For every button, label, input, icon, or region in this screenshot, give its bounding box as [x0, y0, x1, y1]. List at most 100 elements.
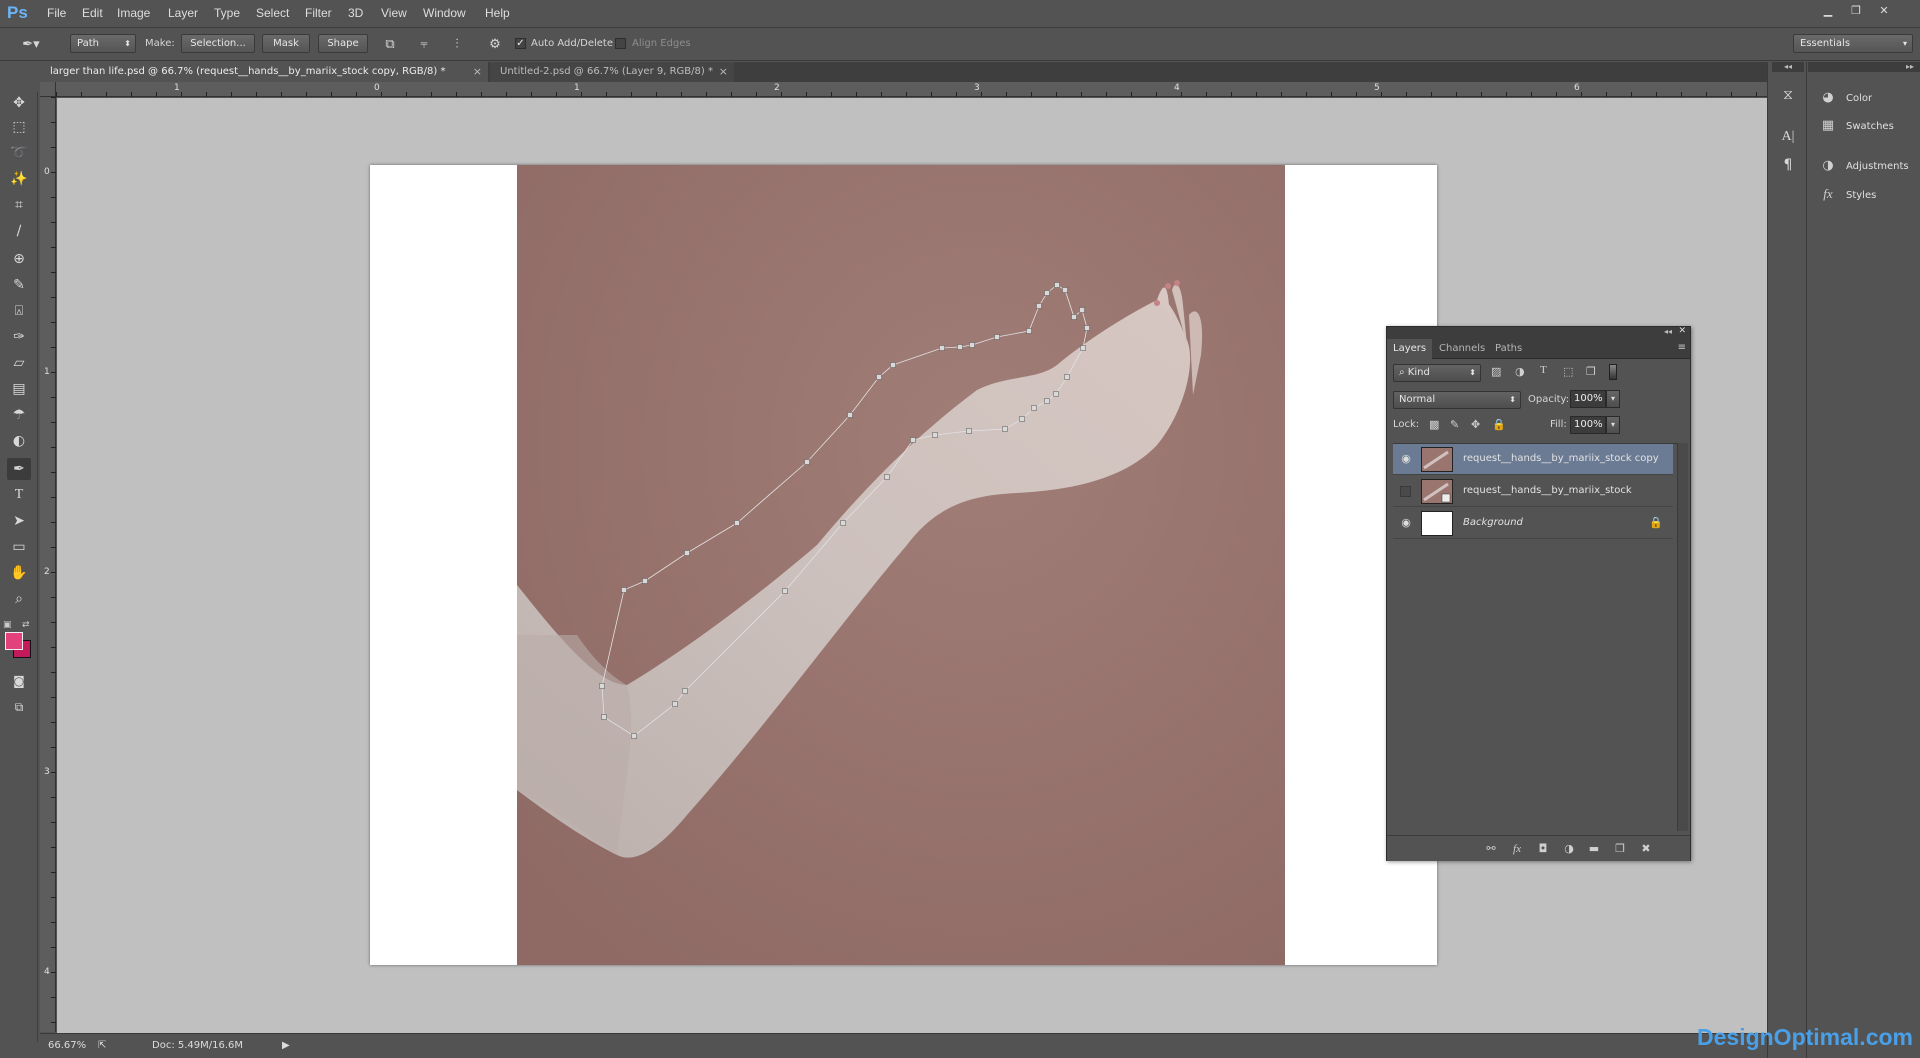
layer-row[interactable]: request__hands__by_mariix_stock	[1393, 476, 1673, 507]
foreground-color-swatch[interactable]	[5, 632, 23, 650]
close-icon[interactable]: ×	[473, 62, 482, 82]
menu-3d[interactable]: 3D	[348, 6, 363, 20]
opacity-input[interactable]: 100%	[1570, 390, 1606, 408]
character-panel-icon[interactable]: A|	[1777, 126, 1799, 148]
share-icon[interactable]: ⇱	[98, 1040, 106, 1051]
paragraph-panel-icon[interactable]: ¶	[1777, 154, 1799, 176]
gear-icon[interactable]: ⚙	[484, 34, 506, 56]
eye-icon[interactable]: ◉	[1399, 517, 1413, 529]
minimize-icon[interactable]: ▁	[1817, 3, 1839, 19]
expand-icon[interactable]: ▸▸	[1808, 62, 1920, 72]
fx-icon[interactable]: fx	[1508, 841, 1526, 857]
layer-name[interactable]: request__hands__by_mariix_stock	[1463, 485, 1632, 496]
adjustments-panel-button[interactable]: ◑ Adjustments	[1820, 154, 1908, 178]
styles-panel-button[interactable]: fx Styles	[1820, 182, 1876, 206]
make-mask-button[interactable]: Mask	[262, 34, 310, 53]
layer-row[interactable]: ◉ Background 🔒	[1393, 508, 1673, 539]
history-panel-icon[interactable]: ⧖	[1777, 84, 1799, 106]
menu-view[interactable]: View	[381, 6, 407, 20]
tab-larger-than-life[interactable]: larger than life.psd @ 66.7% (request__h…	[40, 62, 488, 82]
menu-image[interactable]: Image	[117, 6, 150, 20]
tab-paths[interactable]: Paths	[1489, 339, 1528, 359]
menu-help[interactable]: Help	[485, 6, 510, 20]
layer-row[interactable]: ◉ request__hands__by_mariix_stock copy	[1393, 444, 1673, 475]
panel-title-bar[interactable]: ◂◂ ✕	[1387, 326, 1690, 339]
shape-tool-icon[interactable]: ▭	[7, 536, 31, 558]
history-brush-tool-icon[interactable]: ✑	[7, 326, 31, 348]
tab-layers[interactable]: Layers	[1387, 339, 1433, 359]
menu-type[interactable]: Type	[214, 6, 240, 20]
eyedropper-tool-icon[interactable]: ∕	[7, 220, 31, 242]
filter-toggle-switch[interactable]	[1609, 364, 1617, 380]
path-alignment-icon[interactable]: ⫧	[413, 34, 435, 56]
pen-tool-icon[interactable]: ✒	[7, 458, 31, 480]
blur-tool-icon[interactable]: ☂	[7, 404, 31, 426]
visibility-toggle[interactable]	[1400, 486, 1411, 497]
filter-smart-object-icon[interactable]: ❐	[1586, 365, 1596, 378]
collapse-icon[interactable]: ◂◂	[1772, 62, 1804, 72]
close-icon[interactable]: ✕	[1678, 326, 1686, 336]
new-group-icon[interactable]: ▬	[1585, 841, 1603, 857]
brush-tool-icon[interactable]: ✎	[7, 274, 31, 296]
default-colors-icon[interactable]: ▣	[3, 620, 12, 630]
lock-position-icon[interactable]: ✥	[1471, 418, 1480, 431]
path-operations-icon[interactable]: ⧉	[379, 34, 401, 56]
menu-layer[interactable]: Layer	[168, 6, 198, 20]
menu-file[interactable]: File	[47, 6, 66, 20]
collapse-icon[interactable]: ◂◂	[1664, 327, 1672, 336]
marquee-tool-icon[interactable]: ⬚	[7, 116, 31, 138]
filter-adjustment-icon[interactable]: ◑	[1515, 365, 1525, 378]
fill-dropdown-icon[interactable]: ▾	[1606, 416, 1620, 434]
fill-input[interactable]: 100%	[1570, 416, 1606, 434]
dodge-tool-icon[interactable]: ◐	[7, 430, 31, 452]
zoom-level[interactable]: 66.67%	[48, 1040, 86, 1051]
eye-icon[interactable]: ◉	[1399, 453, 1413, 465]
swap-colors-icon[interactable]: ⇄	[22, 620, 30, 630]
healing-brush-tool-icon[interactable]: ⊕	[7, 248, 31, 270]
adjustment-layer-icon[interactable]: ◑	[1560, 841, 1578, 857]
filter-type-icon[interactable]: T	[1540, 364, 1547, 376]
type-tool-icon[interactable]: T	[7, 484, 31, 506]
eraser-tool-icon[interactable]: ▱	[7, 352, 31, 374]
align-edges-checkbox[interactable]	[615, 38, 626, 49]
filter-shape-icon[interactable]: ⬚	[1563, 365, 1573, 378]
status-menu-arrow-icon[interactable]: ▶	[282, 1040, 290, 1051]
add-mask-icon[interactable]: ◘	[1534, 841, 1552, 857]
workspace-select[interactable]: Essentials ▾	[1793, 34, 1913, 53]
lock-image-pixels-icon[interactable]: ✎	[1450, 418, 1459, 431]
restore-icon[interactable]: ❐	[1845, 3, 1867, 19]
new-layer-icon[interactable]: ❐	[1611, 841, 1629, 857]
path-selection-tool-icon[interactable]: ➤	[7, 510, 31, 532]
panel-menu-icon[interactable]: ≡	[1678, 342, 1686, 353]
document-canvas[interactable]	[370, 165, 1437, 965]
menu-edit[interactable]: Edit	[82, 6, 103, 20]
hand-tool-icon[interactable]: ✋	[7, 562, 31, 584]
filter-pixel-icon[interactable]: ▨	[1491, 365, 1501, 378]
close-icon[interactable]: ×	[719, 62, 728, 82]
lock-transparent-pixels-icon[interactable]: ▩	[1429, 418, 1439, 431]
quick-mask-icon[interactable]: ◙	[7, 670, 31, 692]
link-layers-icon[interactable]: ⚯	[1482, 841, 1500, 857]
zoom-tool-icon[interactable]: ⌕	[7, 588, 31, 610]
auto-add-delete-checkbox[interactable]: ✓	[515, 38, 526, 49]
menu-filter[interactable]: Filter	[305, 6, 332, 20]
close-icon[interactable]: ✕	[1873, 3, 1895, 19]
tab-channels[interactable]: Channels	[1433, 339, 1491, 359]
lock-all-icon[interactable]: 🔒	[1492, 418, 1506, 431]
layer-name[interactable]: request__hands__by_mariix_stock copy	[1463, 453, 1659, 464]
opacity-dropdown-icon[interactable]: ▾	[1606, 390, 1620, 408]
layer-name[interactable]: Background	[1463, 517, 1523, 528]
gradient-tool-icon[interactable]: ▤	[7, 378, 31, 400]
menu-window[interactable]: Window	[423, 6, 466, 20]
tool-mode-select[interactable]: Path ⬍	[70, 34, 136, 53]
ruler-origin[interactable]	[40, 82, 56, 97]
blend-mode-select[interactable]: Normal ⬍	[1393, 391, 1521, 409]
path-arrangement-icon[interactable]: ⫶	[446, 34, 468, 56]
crop-tool-icon[interactable]: ⌗	[7, 194, 31, 216]
make-selection-button[interactable]: Selection...	[181, 34, 255, 53]
magic-wand-tool-icon[interactable]: ✨	[7, 168, 31, 190]
pen-tool-preset-icon[interactable]: ✒▾	[20, 34, 42, 56]
make-shape-button[interactable]: Shape	[318, 34, 368, 53]
trash-icon[interactable]: ✖	[1637, 841, 1655, 857]
color-panel-button[interactable]: ◕ Color	[1820, 86, 1872, 110]
